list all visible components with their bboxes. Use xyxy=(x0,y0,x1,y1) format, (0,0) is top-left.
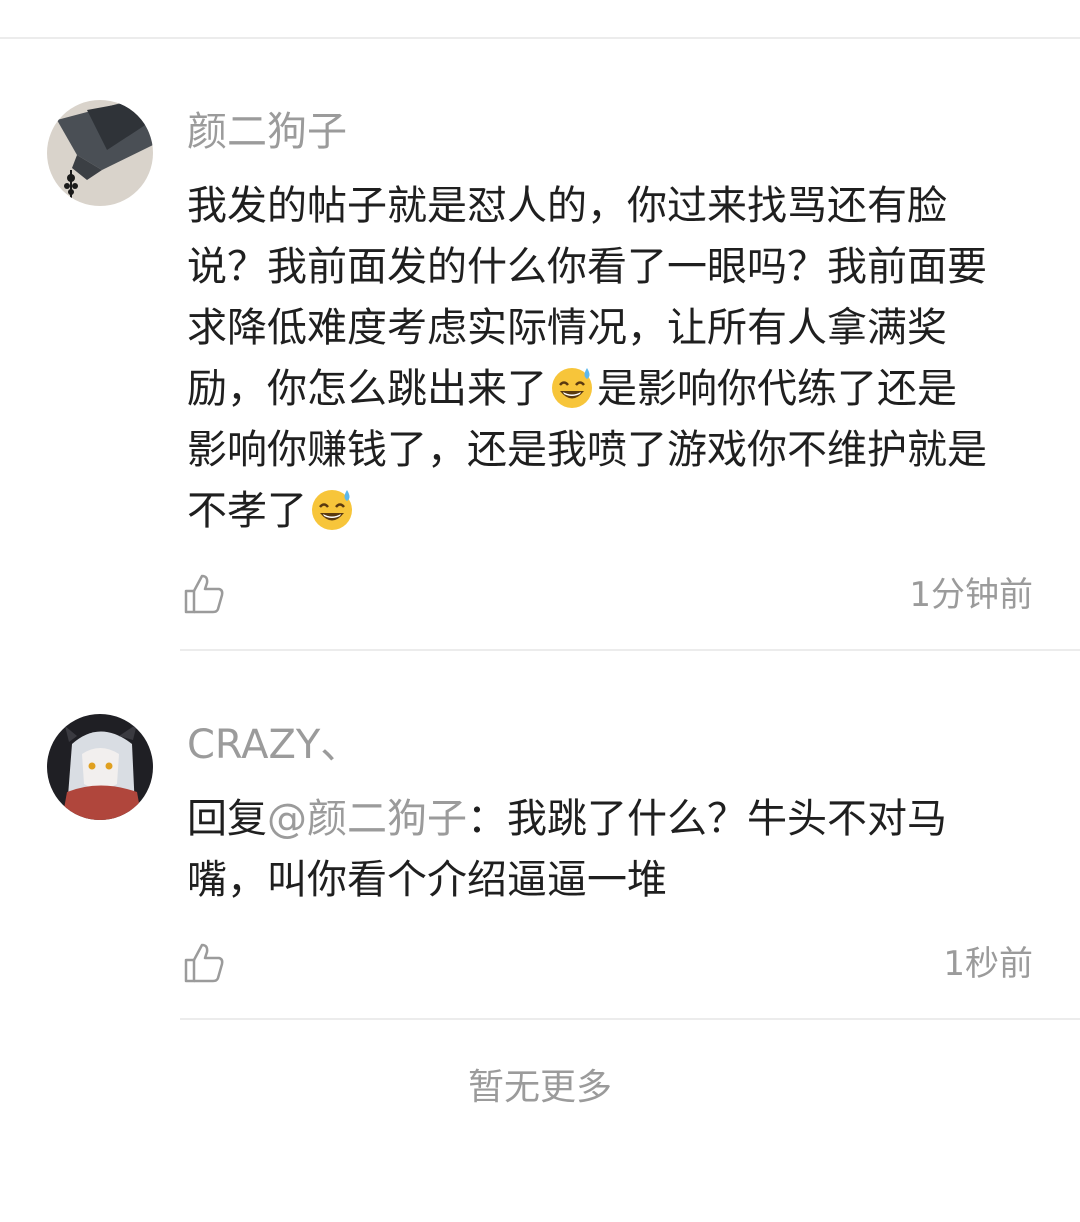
comment-timestamp: 1秒前 xyxy=(943,944,1033,984)
comment-username[interactable]: CRAZY、 xyxy=(187,725,360,765)
sweat-smile-emoji-icon xyxy=(549,364,595,410)
comment-timestamp: 1分钟前 xyxy=(909,575,1033,615)
no-more-text: 暂无更多 xyxy=(467,1067,612,1108)
comment-text: 励，你怎么跳出来了 xyxy=(187,366,547,412)
comment-line: 不孝了 xyxy=(187,481,1037,542)
thumbs-up-icon[interactable] xyxy=(182,572,226,616)
comment-text: ：我跳了什么？牛头不对马 xyxy=(467,796,947,842)
comment-line: 回复@颜二狗子：我跳了什么？牛头不对马 xyxy=(187,789,1037,850)
mention-link[interactable]: @颜二狗子 xyxy=(267,796,467,842)
comment-body: 回复@颜二狗子：我跳了什么？牛头不对马 嘴，叫你看个介绍逼逼一堆 xyxy=(187,789,1037,911)
top-divider xyxy=(0,37,1080,39)
comment-line: 说？我前面发的什么你看了一眼吗？我前面要 xyxy=(187,244,987,290)
sweat-smile-emoji-icon xyxy=(309,486,355,532)
comment-text: 是影响你代练了还是 xyxy=(597,366,957,412)
comment-username[interactable]: 颜二狗子 xyxy=(187,112,347,152)
comment-line: 求降低难度考虑实际情况，让所有人拿满奖 xyxy=(187,305,947,351)
comment-divider xyxy=(180,649,1080,651)
thumbs-up-icon[interactable] xyxy=(182,941,226,985)
comment-text: 不孝了 xyxy=(187,488,307,534)
comment-divider xyxy=(180,1018,1080,1020)
comment-body: 我发的帖子就是怼人的，你过来找骂还有脸 说？我前面发的什么你看了一眼吗？我前面要… xyxy=(187,176,1037,542)
comment-line: 我发的帖子就是怼人的，你过来找骂还有脸 xyxy=(187,183,947,229)
dark-fan-avatar-icon[interactable] xyxy=(47,100,153,206)
comments-page: 颜二狗子 我发的帖子就是怼人的，你过来找骂还有脸 说？我前面发的什么你看了一眼吗… xyxy=(0,0,1080,1222)
comment-line: 嘴，叫你看个介绍逼逼一堆 xyxy=(187,857,667,903)
comment-line: 影响你赚钱了，还是我喷了游戏你不维护就是 xyxy=(187,427,987,473)
comment-line: 励，你怎么跳出来了 是影响你代练了还是 xyxy=(187,359,1037,420)
anime-character-avatar-icon[interactable] xyxy=(47,714,153,820)
reply-prefix: 回复 xyxy=(187,796,267,842)
